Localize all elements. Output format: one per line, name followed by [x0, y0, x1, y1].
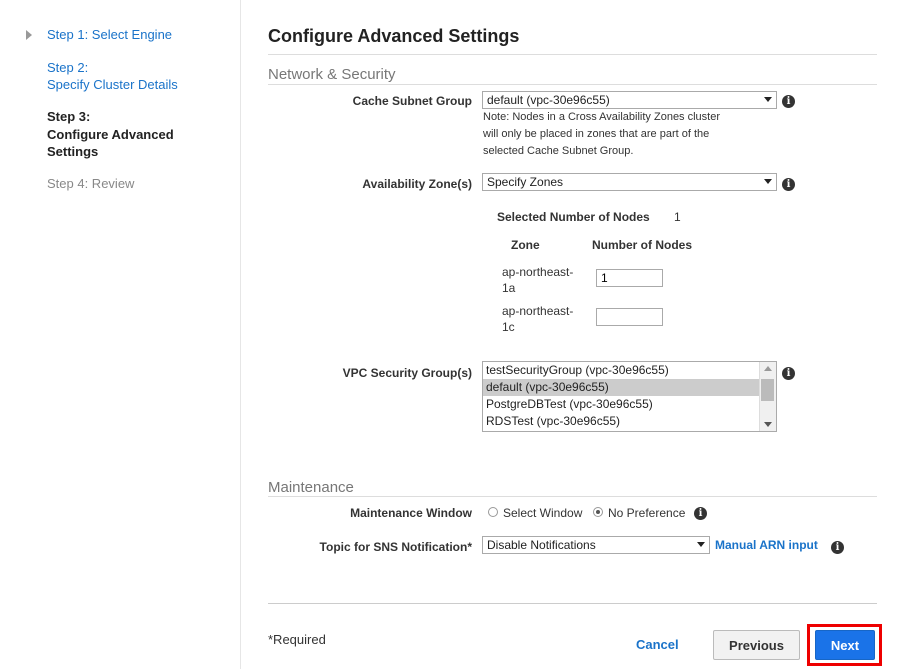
- chevron-right-icon[interactable]: [26, 30, 32, 40]
- availability-zone-value: Specify Zones: [487, 175, 564, 189]
- info-icon[interactable]: i: [694, 507, 707, 520]
- selected-nodes-value: 1: [674, 210, 681, 224]
- vpc-security-label: VPC Security Group(s): [342, 366, 472, 380]
- sns-topic-label: Topic for SNS Notification*: [319, 540, 472, 554]
- zone-row-2-name-cont: 1c: [502, 320, 515, 334]
- select-window-label[interactable]: Select Window: [503, 506, 582, 520]
- zone-column-header: Zone: [511, 238, 540, 252]
- zone-row-2-nodes-input[interactable]: [596, 308, 663, 326]
- cache-subnet-note-1: Note: Nodes in a Cross Availability Zone…: [483, 111, 721, 123]
- maintenance-window-label: Maintenance Window: [350, 506, 472, 520]
- required-note: *Required: [268, 632, 326, 647]
- dropdown-arrow-icon: [697, 542, 705, 547]
- footer-divider: [268, 603, 877, 604]
- manual-arn-link[interactable]: Manual ARN input: [715, 538, 818, 552]
- sidebar-step-4: Step 4: Review: [47, 176, 135, 191]
- page-title: Configure Advanced Settings: [268, 26, 520, 46]
- info-icon[interactable]: i: [831, 541, 844, 554]
- no-preference-radio[interactable]: [593, 507, 603, 517]
- maintenance-divider: [268, 496, 877, 497]
- list-item[interactable]: RDSTest (vpc-30e96c55): [483, 413, 776, 430]
- wizard-sidebar: Step 1: Select Engine Step 2: Specify Cl…: [0, 0, 241, 669]
- list-item[interactable]: PostgreDBTest (vpc-30e96c55): [483, 396, 776, 413]
- cache-subnet-value: default (vpc-30e96c55): [487, 93, 610, 107]
- previous-button[interactable]: Previous: [713, 630, 800, 660]
- maintenance-section-title: Maintenance: [268, 479, 354, 496]
- scrollbar-thumb[interactable]: [761, 379, 774, 401]
- availability-zone-label: Availability Zone(s): [362, 177, 472, 191]
- scroll-up-icon[interactable]: [764, 366, 772, 371]
- cache-subnet-note-2: will only be placed in zones that are pa…: [483, 128, 710, 140]
- zone-row-1-nodes-input[interactable]: [596, 269, 663, 287]
- sidebar-step-3-label: Configure Advanced: [47, 127, 174, 142]
- sidebar-step-2[interactable]: Step 2:: [47, 60, 88, 76]
- title-divider: [268, 54, 877, 55]
- vpc-security-listbox[interactable]: testSecurityGroup (vpc-30e96c55) default…: [482, 361, 777, 432]
- cache-subnet-label: Cache Subnet Group: [352, 94, 472, 108]
- cache-subnet-note-3: selected Cache Subnet Group.: [483, 145, 634, 157]
- selected-nodes-label: Selected Number of Nodes: [497, 210, 650, 224]
- network-divider: [268, 84, 877, 85]
- zone-row-1-name-cont: 1a: [502, 281, 516, 295]
- next-button[interactable]: Next: [815, 630, 875, 660]
- info-icon[interactable]: i: [782, 178, 795, 191]
- scroll-down-icon[interactable]: [764, 422, 772, 427]
- sidebar-step-1[interactable]: Step 1: Select Engine: [47, 27, 172, 43]
- dropdown-arrow-icon: [764, 179, 772, 184]
- select-window-radio[interactable]: [488, 507, 498, 517]
- sns-topic-select[interactable]: Disable Notifications: [482, 536, 710, 554]
- zone-row-1-name: ap-northeast-: [502, 265, 574, 279]
- list-item[interactable]: testSecurityGroup (vpc-30e96c55): [483, 362, 776, 379]
- sidebar-step-3: Step 3:: [47, 109, 91, 124]
- sidebar-step-3-label-cont: Settings: [47, 144, 99, 159]
- sidebar-step-2-label[interactable]: Specify Cluster Details: [47, 77, 178, 93]
- cache-subnet-select[interactable]: default (vpc-30e96c55): [482, 91, 777, 109]
- info-icon[interactable]: i: [782, 367, 795, 380]
- sns-topic-value: Disable Notifications: [487, 538, 596, 552]
- dropdown-arrow-icon: [764, 97, 772, 102]
- listbox-scrollbar[interactable]: [759, 362, 776, 431]
- no-preference-label[interactable]: No Preference: [608, 506, 685, 520]
- nodes-column-header: Number of Nodes: [592, 238, 693, 252]
- network-section-title: Network & Security: [268, 66, 396, 83]
- list-item-selected[interactable]: default (vpc-30e96c55): [483, 379, 776, 396]
- info-icon[interactable]: i: [782, 95, 795, 108]
- cancel-link[interactable]: Cancel: [636, 637, 679, 652]
- availability-zone-select[interactable]: Specify Zones: [482, 173, 777, 191]
- zone-row-2-name: ap-northeast-: [502, 304, 574, 318]
